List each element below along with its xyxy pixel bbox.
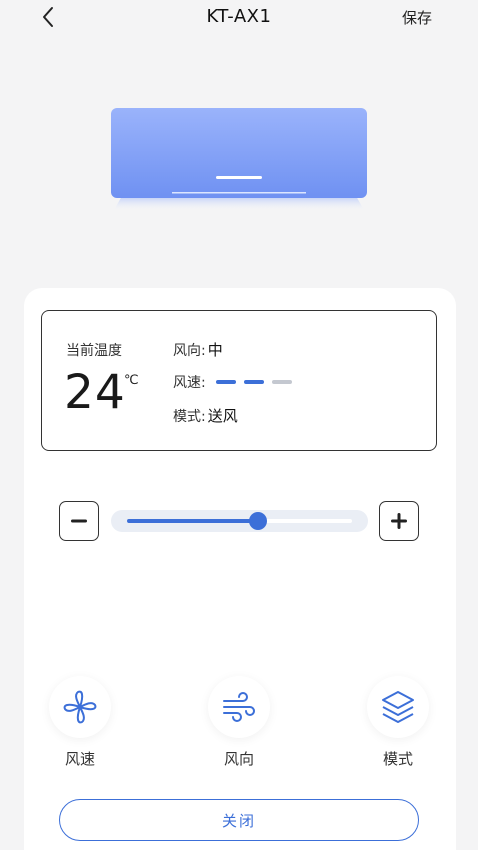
wind-speed-dash xyxy=(271,380,292,384)
mode-button[interactable]: 模式 xyxy=(365,676,431,769)
status-panel: 当前温度 24 ℃ 风向: 中 风速: 模式: 送风 xyxy=(41,310,437,451)
plus-icon xyxy=(391,513,407,529)
wind-speed-dash xyxy=(215,380,236,384)
wind-speed-label: 风速: xyxy=(173,375,206,391)
wind-speed-row: 风速: xyxy=(173,372,300,392)
fan-icon xyxy=(63,690,97,724)
temperature-slider[interactable] xyxy=(111,510,368,532)
fan-speed-label: 风速 xyxy=(64,750,95,768)
slider-fill xyxy=(127,519,258,523)
mode-label: 模式 xyxy=(382,750,413,768)
temperature-value: 24 xyxy=(64,365,126,420)
wind-speed-indicator xyxy=(215,380,300,384)
save-button[interactable]: 保存 xyxy=(402,7,432,28)
current-temp-label: 当前温度 xyxy=(66,343,122,359)
mode-label: 模式: xyxy=(173,408,206,425)
mode-value: 送风 xyxy=(207,407,238,425)
slider-remainder xyxy=(257,519,352,523)
mode-row: 模式: 送风 xyxy=(173,405,238,426)
wind-speed-dash xyxy=(243,380,264,384)
layers-icon xyxy=(382,691,414,723)
wind-direction-label: 风向 xyxy=(223,750,254,768)
nav-bar: KT-AX1 保存 xyxy=(0,0,478,36)
temperature-unit: ℃ xyxy=(124,373,139,388)
wind-direction-label: 风向: xyxy=(173,342,206,359)
minus-icon xyxy=(71,519,87,523)
slider-thumb[interactable] xyxy=(248,512,267,530)
fan-speed-button[interactable]: 风速 xyxy=(47,676,113,769)
increase-button[interactable] xyxy=(379,501,419,541)
decrease-button[interactable] xyxy=(59,501,99,541)
wind-icon xyxy=(223,692,255,722)
power-off-button[interactable]: 关闭 xyxy=(59,799,419,841)
wind-direction-value: 中 xyxy=(207,341,223,359)
air-conditioner-illustration xyxy=(111,108,367,210)
wind-direction-button[interactable]: 风向 xyxy=(206,676,272,769)
wind-direction-row: 风向: 中 xyxy=(173,339,223,360)
